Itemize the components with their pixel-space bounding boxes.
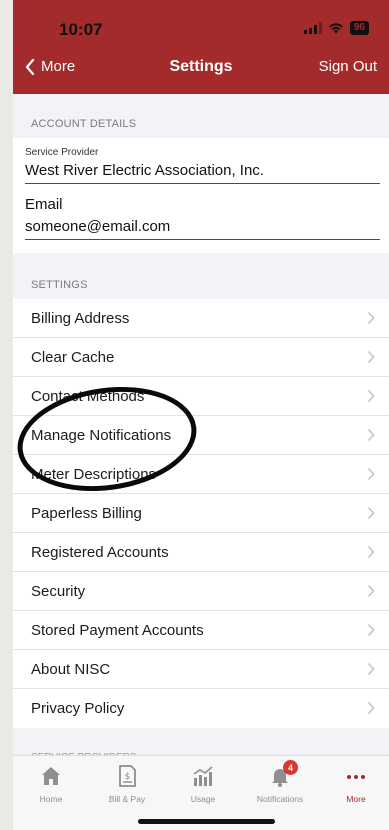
- app-header: 10:07 96 More Settings Sign Out: [13, 0, 389, 94]
- chevron-right-icon: [367, 389, 375, 403]
- email-label: Email: [25, 196, 63, 213]
- chevron-right-icon: [367, 467, 375, 481]
- settings-item-label: Billing Address: [31, 309, 130, 327]
- bill-icon: $: [119, 765, 136, 787]
- usage-chart-icon: [193, 766, 213, 786]
- settings-item-label: About NISC: [31, 660, 111, 678]
- settings-item-about-nisc[interactable]: About NISC: [13, 650, 389, 689]
- notification-badge: 4: [283, 760, 298, 775]
- home-icon: [42, 767, 60, 785]
- tab-bill-pay[interactable]: $ Bill & Pay: [97, 764, 157, 804]
- settings-item-registered-accounts[interactable]: Registered Accounts: [13, 533, 389, 572]
- chevron-right-icon: [367, 662, 375, 676]
- tab-more[interactable]: More: [326, 764, 386, 804]
- sign-out-button[interactable]: Sign Out: [319, 58, 377, 75]
- settings-item-label: Privacy Policy: [31, 700, 125, 717]
- service-provider-label: Service Provider: [25, 147, 99, 158]
- cellular-signal-icon: [303, 22, 322, 34]
- settings-item-privacy-policy[interactable]: Privacy Policy: [13, 689, 389, 728]
- email-field[interactable]: someone@email.com: [25, 218, 380, 240]
- tab-notifications[interactable]: 4 Notifications: [250, 760, 310, 804]
- chevron-right-icon: [367, 428, 375, 442]
- settings-header: SETTINGS: [31, 279, 88, 291]
- tab-label: Usage: [190, 794, 216, 804]
- tab-home[interactable]: Home: [21, 764, 81, 804]
- tab-usage[interactable]: Usage: [173, 764, 233, 804]
- home-indicator: [138, 819, 275, 824]
- more-dots-icon: [347, 775, 365, 779]
- settings-item-label: Stored Payment Accounts: [31, 621, 204, 639]
- tab-label: Home: [39, 794, 63, 804]
- tab-label: Bill & Pay: [108, 794, 146, 804]
- settings-item-paperless-billing[interactable]: Paperless Billing: [13, 494, 389, 533]
- status-time: 10:07: [59, 20, 103, 39]
- settings-item-clear-cache[interactable]: Clear Cache: [13, 338, 389, 377]
- service-provider-field[interactable]: West River Electric Association, Inc.: [25, 162, 380, 184]
- phone-screen: 10:07 96 More Settings Sign Out ACCOUNT …: [13, 0, 389, 830]
- settings-item-stored-payment-accounts[interactable]: Stored Payment Accounts: [13, 611, 389, 650]
- tab-label: More: [346, 794, 366, 804]
- settings-item-label: Paperless Billing: [31, 504, 142, 522]
- chevron-right-icon: [367, 584, 375, 598]
- wifi-icon: [329, 23, 343, 34]
- chevron-right-icon: [367, 350, 375, 364]
- settings-item-label: Security: [31, 582, 86, 600]
- settings-item-security[interactable]: Security: [13, 572, 389, 611]
- account-details-header: ACCOUNT DETAILS: [31, 118, 137, 130]
- chevron-right-icon: [367, 545, 375, 559]
- status-indicators: 96: [303, 21, 369, 35]
- settings-item-label: Registered Accounts: [31, 543, 169, 561]
- settings-item-billing-address[interactable]: Billing Address: [13, 299, 389, 338]
- chevron-right-icon: [367, 701, 375, 715]
- settings-item-label: Clear Cache: [31, 348, 115, 366]
- chevron-right-icon: [367, 623, 375, 637]
- account-details-card: Service Provider West River Electric Ass…: [13, 138, 389, 253]
- tab-label: Notifications: [256, 794, 304, 804]
- chevron-right-icon: [367, 311, 375, 325]
- chevron-right-icon: [367, 506, 375, 520]
- battery-icon: 96: [349, 21, 369, 35]
- svg-text:$: $: [125, 772, 131, 782]
